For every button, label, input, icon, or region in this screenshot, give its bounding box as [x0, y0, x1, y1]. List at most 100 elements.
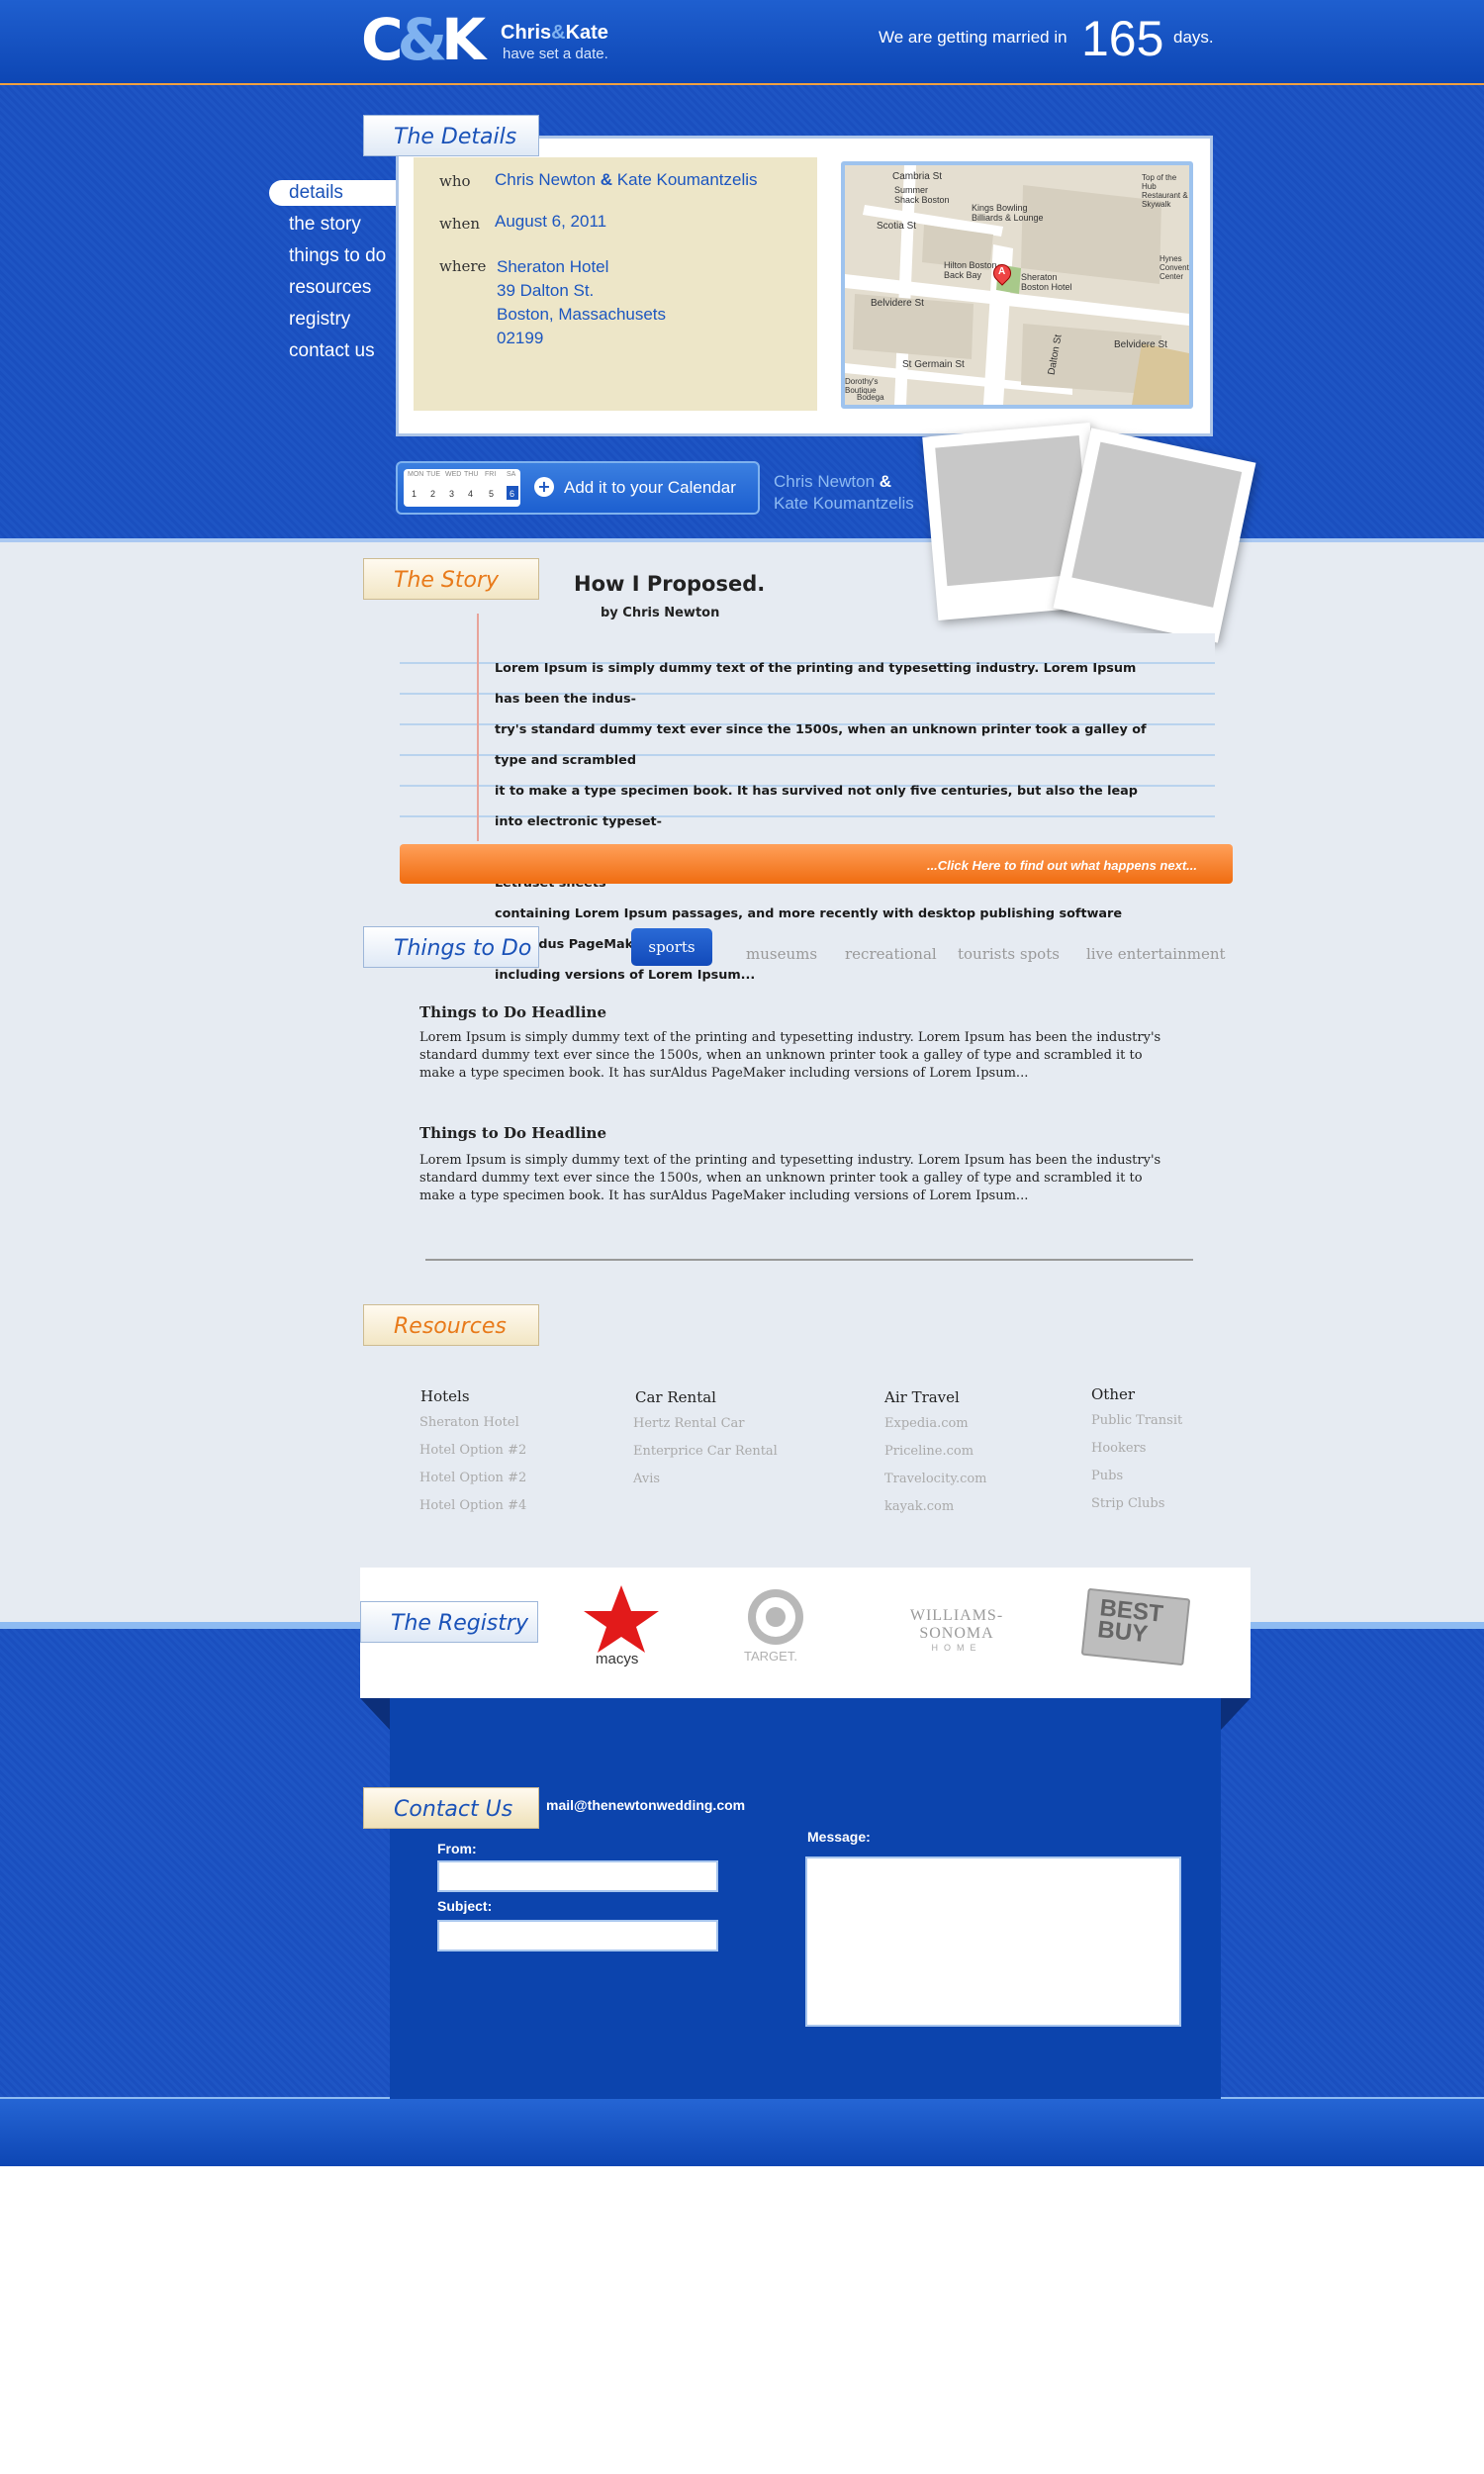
address-line: 02199 [497, 329, 544, 347]
story-body: Lorem Ipsum is simply dummy text of the … [495, 653, 1148, 991]
logo[interactable]: C&K [361, 8, 486, 71]
who-value: Chris Newton & Kate Koumantzelis [495, 170, 758, 189]
resource-link[interactable]: Pubs [1091, 1469, 1123, 1483]
subject-label: Subject: [437, 1898, 493, 1914]
contact-tab: Contact Us [363, 1787, 539, 1829]
photo-placeholder [1071, 441, 1243, 608]
map-label: Kings Bowling Billiards & Lounge [972, 203, 1044, 223]
resource-link[interactable]: Hertz Rental Car [633, 1416, 744, 1431]
calendar-icon: MON TUE WED THU FRI SA 1 2 3 4 5 6 [404, 469, 520, 507]
from-label: From: [437, 1841, 477, 1856]
target-bullseye-icon [748, 1589, 803, 1645]
countdown-days: 165 [1081, 11, 1164, 66]
map-label: Belvidere St [871, 298, 924, 309]
when-value: August 6, 2011 [495, 212, 607, 231]
map-label: St Germain St [902, 359, 965, 370]
contact-email-link[interactable]: mail@thenewtonwedding.com [546, 1797, 745, 1813]
resource-link[interactable]: Sheraton Hotel [419, 1415, 519, 1430]
logo-name: Chris&Kate [501, 22, 608, 44]
details-tab: The Details [363, 115, 539, 156]
nav-things-to-do[interactable]: things to do [269, 243, 398, 269]
page: C&K Chris&Kate have set a date. We are g… [0, 0, 1484, 2474]
message-textarea[interactable] [805, 1856, 1181, 2027]
map-label: Scotia St [877, 221, 917, 232]
resource-heading-air-travel: Air Travel [884, 1388, 960, 1406]
story-title: How I Proposed. [574, 572, 766, 596]
margin-line [477, 614, 479, 841]
resource-link[interactable]: Hookers [1091, 1441, 1146, 1456]
resource-link[interactable]: Expedia.com [884, 1416, 969, 1431]
subject-input[interactable] [437, 1920, 718, 1951]
nav-the-story[interactable]: the story [269, 212, 398, 238]
resource-link[interactable]: Public Transit [1091, 1413, 1182, 1428]
tab-tourists-spots[interactable]: tourists spots [958, 945, 1060, 963]
resource-heading-hotels: Hotels [420, 1387, 470, 1405]
add-to-calendar-label: Add it to your Calendar [564, 478, 736, 497]
story-line: Lorem Ipsum is simply dummy text of the … [495, 661, 1137, 707]
resource-heading-car-rental: Car Rental [635, 1388, 716, 1406]
location-map[interactable]: Cambria St Summer Shack Boston Kings Bow… [841, 161, 1193, 409]
couple-names: Chris Newton & Kate Koumantzelis [774, 472, 914, 513]
story-tab: The Story [363, 558, 539, 600]
map-label: Summer Shack Boston [894, 185, 950, 205]
ribbon-fold [1221, 1698, 1251, 1730]
plus-icon: + [534, 477, 554, 497]
add-to-calendar-button[interactable]: MON TUE WED THU FRI SA 1 2 3 4 5 6 + Add… [396, 461, 760, 515]
thing-body: Lorem Ipsum is simply dummy text of the … [419, 1153, 1161, 1203]
header-bar [0, 0, 1484, 85]
thing-headline: Things to Do Headline [419, 1124, 606, 1142]
story-byline: by Chris Newton [601, 606, 720, 620]
nav-resources[interactable]: resources [269, 275, 398, 301]
resource-link[interactable]: Hotel Option #2 [419, 1443, 526, 1458]
resource-link[interactable]: Avis [633, 1472, 660, 1486]
ribbon-fold [360, 1698, 390, 1730]
countdown-suffix: days. [1173, 28, 1214, 47]
resource-link[interactable]: Strip Clubs [1091, 1496, 1164, 1511]
story-line: including versions of Lorem Ipsum... [495, 968, 756, 983]
star-icon [584, 1585, 659, 1653]
message-label: Message: [807, 1829, 871, 1845]
tab-live-entertainment[interactable]: live entertainment [1086, 945, 1226, 963]
things-tab: Things to Do [363, 926, 539, 968]
resource-link[interactable]: Hotel Option #4 [419, 1498, 526, 1513]
story-line: it to make a type specimen book. It has … [495, 784, 1138, 829]
thing-body: Lorem Ipsum is simply dummy text of the … [419, 1030, 1161, 1081]
map-label: Sheraton Boston Hotel [1021, 272, 1072, 292]
macys-logo[interactable]: macys [582, 1583, 661, 1676]
address-line: Boston, Massachusets [497, 305, 667, 324]
map-label: Top of the Hub Restaurant & Skywalk [1142, 173, 1188, 209]
when-label: when [439, 215, 481, 233]
williams-sonoma-logo[interactable]: WILLIAMS-SONOMA HOME [882, 1607, 1031, 1657]
nav-contact-us[interactable]: contact us [269, 338, 398, 364]
address-line: 39 Dalton St. [497, 281, 595, 300]
resource-link[interactable]: Hotel Option #2 [419, 1471, 526, 1485]
bestbuy-logo[interactable]: BEST BUY [1080, 1587, 1191, 1666]
countdown-prefix: We are getting married in [879, 28, 1067, 47]
address-line: Sheraton Hotel [497, 257, 609, 276]
resource-link[interactable]: kayak.com [884, 1499, 954, 1514]
who-label: who [439, 172, 471, 190]
resource-link[interactable]: Travelocity.com [884, 1472, 987, 1486]
resource-heading-other: Other [1091, 1385, 1136, 1403]
map-label: Hynes Convention Center [1159, 254, 1191, 281]
tab-sports[interactable]: sports [631, 928, 712, 966]
resources-tab: Resources [363, 1304, 539, 1346]
nav-registry[interactable]: registry [269, 307, 398, 333]
from-input[interactable] [437, 1860, 718, 1892]
map-label: Belvidere St [1114, 339, 1167, 350]
read-more-button[interactable]: ...Click Here to find out what happens n… [400, 844, 1233, 884]
map-label: Cambria St [892, 171, 943, 182]
tab-recreational[interactable]: recreational [845, 945, 937, 963]
nav-details[interactable]: details [269, 180, 398, 206]
divider [425, 1259, 1193, 1261]
registry-tab: The Registry [360, 1601, 538, 1643]
logo-subtitle: have set a date. [503, 46, 608, 62]
resource-link[interactable]: Enterprice Car Rental [633, 1444, 778, 1459]
where-label: where [439, 257, 487, 275]
where-address: Sheraton Hotel 39 Dalton St. Boston, Mas… [497, 255, 666, 350]
tab-museums[interactable]: museums [746, 945, 817, 963]
target-logo[interactable]: TARGET. [740, 1587, 809, 1666]
resource-link[interactable]: Priceline.com [884, 1444, 974, 1459]
map-label: Bodega [857, 393, 884, 402]
thing-headline: Things to Do Headline [419, 1003, 606, 1021]
